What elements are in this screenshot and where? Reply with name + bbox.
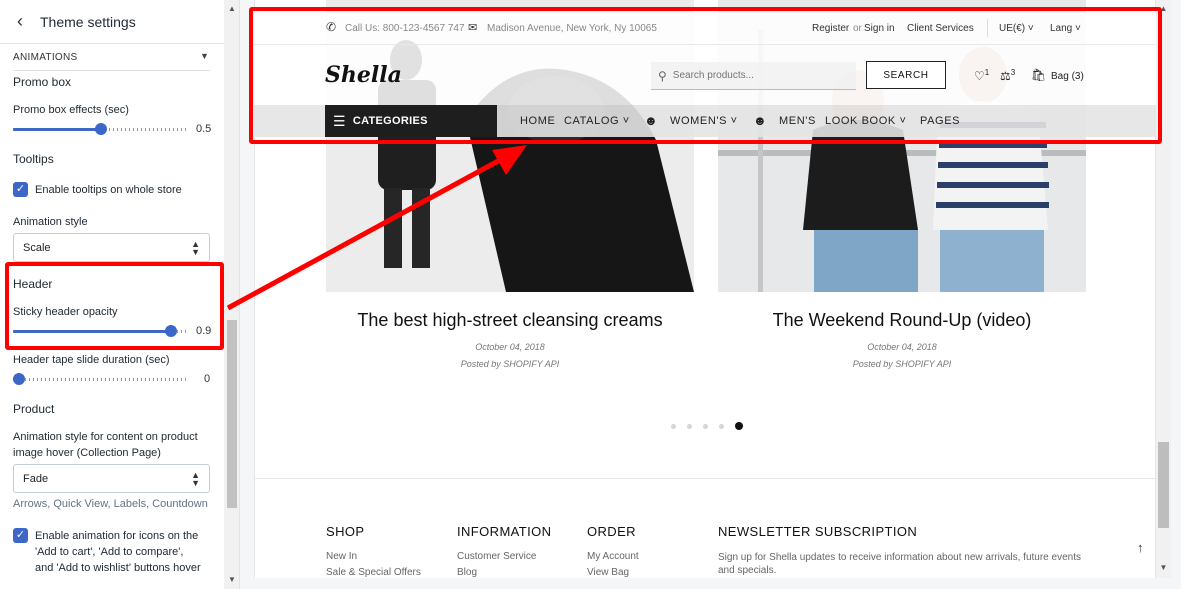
- annotation-arrow: [226, 145, 527, 311]
